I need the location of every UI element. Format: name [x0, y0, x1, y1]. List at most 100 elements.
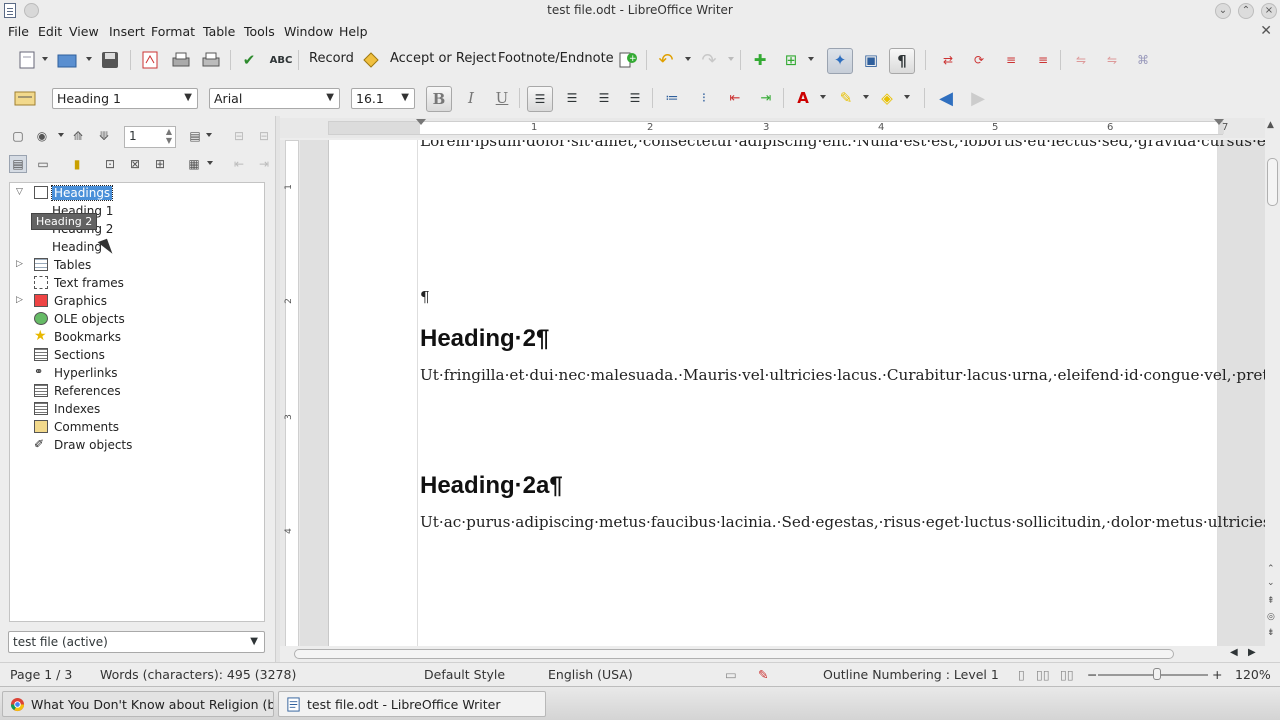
- language[interactable]: English (USA): [548, 667, 633, 682]
- increase-indent-icon[interactable]: ⇥: [755, 87, 777, 109]
- redo-dropdown-arrow[interactable]: [728, 57, 734, 61]
- horizontal-ruler[interactable]: 1 2 3 4 5 6 7: [280, 118, 1265, 138]
- book-view-icon[interactable]: ▯▯: [1060, 667, 1074, 682]
- horizontal-scroll-thumb[interactable]: [294, 649, 1174, 659]
- heading-2[interactable]: Heading·2¶: [420, 325, 549, 353]
- footer-icon[interactable]: ⊡: [101, 155, 119, 173]
- set-reminder-icon[interactable]: ▭: [34, 155, 52, 173]
- numbering-icon[interactable]: ≔: [661, 87, 683, 109]
- decrease-indent-icon[interactable]: ⇤: [724, 87, 746, 109]
- toggle-icon[interactable]: ▢: [9, 127, 27, 145]
- tree-item-tables[interactable]: ▷ Tables: [10, 256, 260, 274]
- drag-mode-icon[interactable]: ▤: [186, 127, 204, 145]
- heading-2a[interactable]: Heading·2a¶: [420, 472, 563, 500]
- back-icon[interactable]: ◀: [935, 87, 957, 109]
- menu-format[interactable]: Format: [151, 24, 195, 39]
- highlighting-icon[interactable]: ✎: [835, 87, 857, 109]
- accept-change-icon[interactable]: ⇋: [1070, 49, 1092, 71]
- task-chrome[interactable]: What You Don't Know about Religion (but …: [2, 691, 274, 717]
- tree-item-sections[interactable]: Sections: [10, 346, 260, 364]
- heading-levels-icon[interactable]: ⊞: [151, 155, 169, 173]
- left-indent-marker[interactable]: [416, 119, 426, 125]
- empty-paragraph[interactable]: ¶: [420, 286, 1217, 308]
- font-color-icon[interactable]: A: [792, 87, 814, 109]
- align-left-toggle-icon[interactable]: ☰: [527, 86, 553, 112]
- page-number-spinner[interactable]: 1 ▲ ▼: [124, 126, 176, 148]
- tree-item-graphics[interactable]: ▷ Graphics: [10, 292, 260, 310]
- align-center-icon[interactable]: ☰: [561, 87, 583, 109]
- tree-item-ole-objects[interactable]: OLE objects: [10, 310, 260, 328]
- formatting-marks-toggle-icon[interactable]: ¶: [889, 48, 915, 74]
- tree-item-references[interactable]: References: [10, 382, 260, 400]
- insert-chart-icon[interactable]: ✚: [749, 49, 771, 71]
- gallery-icon[interactable]: ▣: [860, 49, 882, 71]
- accept-reject-button[interactable]: Accept or Reject: [390, 51, 496, 66]
- scroll-left-icon[interactable]: ◀: [1230, 647, 1238, 658]
- promote-level-icon[interactable]: ⊟: [230, 127, 248, 145]
- print-preview-icon[interactable]: [200, 49, 222, 71]
- font-name-select[interactable]: Arial ▼: [209, 88, 340, 109]
- list-box-dropdown-arrow[interactable]: [207, 161, 213, 165]
- maximize-button[interactable]: ⌃: [1238, 3, 1254, 19]
- body-paragraph-3[interactable]: Ut·ac·purus·adipiscing·metus·faucibus·la…: [420, 511, 1265, 533]
- export-pdf-icon[interactable]: [139, 49, 161, 71]
- tree-item-headings[interactable]: ▽ Headings: [10, 184, 260, 202]
- bullets-icon[interactable]: ⁝: [693, 87, 715, 109]
- vertical-scrollbar[interactable]: ▲ ⌃ ⌄ ⇞ ◎ ⇟: [1265, 118, 1280, 648]
- insert-table-icon[interactable]: ⊞: [780, 49, 802, 71]
- menu-table[interactable]: Table: [203, 24, 235, 39]
- spelling-icon[interactable]: ✔: [238, 49, 260, 71]
- menu-help[interactable]: Help: [339, 24, 368, 39]
- minimize-button[interactable]: ⌄: [1215, 3, 1231, 19]
- tree-item-bookmarks[interactable]: ★ Bookmarks: [10, 328, 260, 346]
- print-directly-icon[interactable]: [170, 49, 192, 71]
- new-dropdown-arrow[interactable]: [42, 57, 48, 61]
- previous-change-icon[interactable]: ≡: [1000, 49, 1022, 71]
- previous-object-icon[interactable]: ⟰: [69, 127, 87, 145]
- zoom-in-icon[interactable]: +: [1212, 667, 1222, 682]
- next-object-icon[interactable]: ⟱: [95, 127, 113, 145]
- menu-file[interactable]: File: [8, 24, 29, 39]
- open-icon[interactable]: [56, 49, 78, 71]
- font-size-select[interactable]: 16.1 ▼: [351, 88, 415, 109]
- menu-window[interactable]: Window: [284, 24, 333, 39]
- document-page[interactable]: Lorem·ipsum·dolor·sit·amet,·consectetur·…: [328, 140, 1265, 648]
- close-document-icon[interactable]: ✕: [1260, 23, 1272, 39]
- highlighting-dropdown-arrow[interactable]: [863, 95, 869, 99]
- forward-icon[interactable]: ▶: [967, 87, 989, 109]
- menu-tools[interactable]: Tools: [244, 24, 275, 39]
- drag-mode-dropdown-arrow[interactable]: [206, 133, 212, 137]
- table-dropdown-arrow[interactable]: [808, 57, 814, 61]
- footnote-endnote-button[interactable]: Footnote/Endnote: [498, 51, 614, 66]
- justify-icon[interactable]: ☰: [624, 87, 646, 109]
- document-area[interactable]: Lorem·ipsum·dolor·sit·amet,·consectetur·…: [300, 140, 1265, 648]
- insert-mode-icon[interactable]: ▭: [725, 667, 737, 682]
- menu-edit[interactable]: Edit: [38, 24, 62, 39]
- save-icon[interactable]: [99, 49, 121, 71]
- tree-item-hyperlinks[interactable]: ⚭ Hyperlinks: [10, 364, 260, 382]
- expand-icon[interactable]: ▷: [16, 295, 23, 305]
- menu-view[interactable]: View: [69, 24, 99, 39]
- background-color-icon[interactable]: ◈: [876, 87, 898, 109]
- move-chapter-down-icon[interactable]: ⇥: [255, 155, 273, 173]
- close-window-button[interactable]: ×: [1261, 3, 1277, 19]
- page-style[interactable]: Default Style: [424, 667, 505, 682]
- zoom-level[interactable]: 120%: [1235, 667, 1271, 682]
- right-indent-marker[interactable]: [1214, 119, 1224, 125]
- expand-icon[interactable]: ▷: [16, 259, 23, 269]
- font-color-dropdown-arrow[interactable]: [820, 95, 826, 99]
- show-changes-icon[interactable]: ⟳: [968, 49, 990, 71]
- list-box-icon[interactable]: ▦: [185, 155, 203, 173]
- spin-arrows-icon[interactable]: ▲ ▼: [166, 127, 172, 145]
- next-change-icon[interactable]: ≡: [1032, 49, 1054, 71]
- multi-page-view-icon[interactable]: ▯▯: [1036, 667, 1050, 682]
- redo-icon[interactable]: ↷: [698, 49, 720, 71]
- tree-item-comments[interactable]: Comments: [10, 418, 260, 436]
- styles-sidebar-icon[interactable]: [14, 87, 36, 109]
- navigation-dropdown-arrow[interactable]: [58, 133, 64, 137]
- scroll-right-icon[interactable]: ▶: [1248, 647, 1256, 658]
- next-page-icon[interactable]: ⇟: [1267, 628, 1275, 638]
- single-page-view-icon[interactable]: ▯: [1018, 667, 1025, 682]
- move-chapter-up-icon[interactable]: ⇤: [230, 155, 248, 173]
- undo-icon[interactable]: ↶: [655, 49, 677, 71]
